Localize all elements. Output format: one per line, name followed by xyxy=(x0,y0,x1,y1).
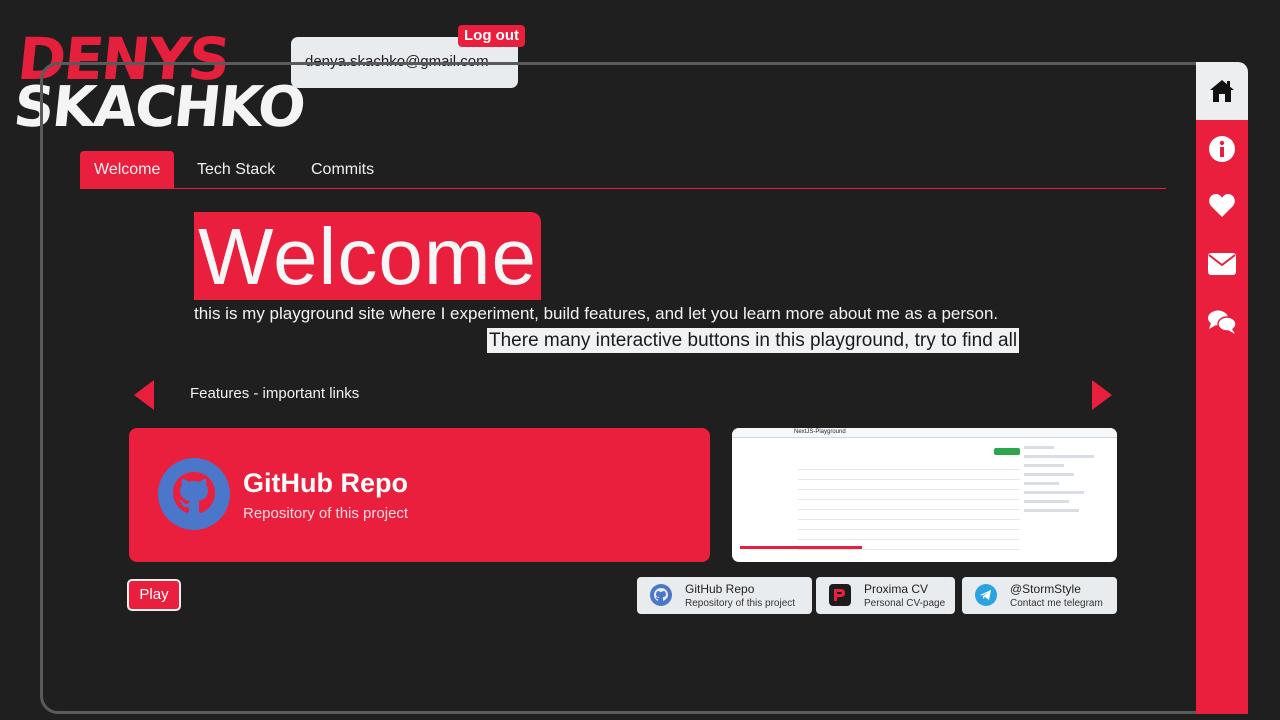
proxima-cv-icon xyxy=(829,584,851,606)
preview-code-button xyxy=(994,448,1020,455)
preview-progress-bar xyxy=(740,546,862,549)
telegram-icon xyxy=(975,584,997,606)
preview-file-row xyxy=(798,482,1020,490)
link-card-description: Contact me telegram xyxy=(1010,598,1103,609)
preview-file-row xyxy=(798,512,1020,520)
link-card-description: Personal CV-page xyxy=(864,598,946,609)
logo-last-name: SKACHKO xyxy=(10,75,307,140)
tab-welcome[interactable]: Welcome xyxy=(80,151,175,189)
link-card-github[interactable]: GitHub Repo Repository of this project xyxy=(637,577,812,614)
link-card-description: Repository of this project xyxy=(685,598,796,609)
sidebar-info-button[interactable] xyxy=(1196,129,1248,169)
preview-file-row xyxy=(798,522,1020,530)
repo-screenshot-preview[interactable]: NextJS-Playground xyxy=(732,428,1117,562)
envelope-icon xyxy=(1208,253,1236,275)
preview-file-row xyxy=(798,462,1020,470)
github-repo-card[interactable]: GitHub Repo Repository of this project xyxy=(129,428,710,562)
play-button[interactable]: Play xyxy=(127,579,181,611)
info-icon xyxy=(1209,136,1235,162)
tab-tech-stack[interactable]: Tech Stack xyxy=(197,151,275,189)
chat-icon xyxy=(1208,310,1237,334)
welcome-subtitle: this is my playground site where I exper… xyxy=(194,304,999,323)
welcome-note: There many interactive buttons in this p… xyxy=(487,328,1020,353)
site-logo[interactable]: DENYS SKACHKO xyxy=(11,25,307,140)
welcome-heading: Welcome xyxy=(194,212,541,301)
link-card-title: @StormStyle xyxy=(1010,582,1081,596)
preview-repo-name: NextJS-Playground xyxy=(794,429,846,435)
tab-bar: Welcome Tech Stack Commits xyxy=(80,151,1166,189)
preview-file-row xyxy=(798,532,1020,540)
carousel-next-arrow-icon[interactable] xyxy=(1092,380,1112,410)
link-card-title: Proxima CV xyxy=(864,582,929,596)
sidebar-heart-button[interactable] xyxy=(1196,186,1248,226)
link-card-telegram[interactable]: @StormStyle Contact me telegram xyxy=(962,577,1117,614)
logout-button[interactable]: Log out xyxy=(458,25,525,47)
link-card-title: GitHub Repo xyxy=(685,582,755,596)
carousel-prev-arrow-icon[interactable] xyxy=(134,380,154,410)
github-repo-card-title: GitHub Repo xyxy=(243,468,408,498)
sidebar-chat-button[interactable] xyxy=(1196,302,1248,342)
features-title: Features - important links xyxy=(190,385,360,402)
preview-header: NextJS-Playground xyxy=(732,428,1117,438)
sidebar-home-button[interactable] xyxy=(1196,62,1248,120)
link-card-proxima-cv[interactable]: Proxima CV Personal CV-page xyxy=(816,577,955,614)
github-icon xyxy=(158,458,230,530)
tab-commits[interactable]: Commits xyxy=(311,151,374,189)
preview-about-panel xyxy=(1024,446,1104,556)
heart-icon xyxy=(1209,194,1235,217)
github-icon xyxy=(650,584,672,606)
github-repo-card-description: Repository of this project xyxy=(243,505,409,522)
preview-file-row xyxy=(798,492,1020,500)
preview-file-row xyxy=(798,472,1020,480)
right-sidebar xyxy=(1196,62,1248,714)
home-icon xyxy=(1210,80,1234,102)
sidebar-mail-button[interactable] xyxy=(1196,244,1248,284)
preview-file-row xyxy=(798,502,1020,510)
